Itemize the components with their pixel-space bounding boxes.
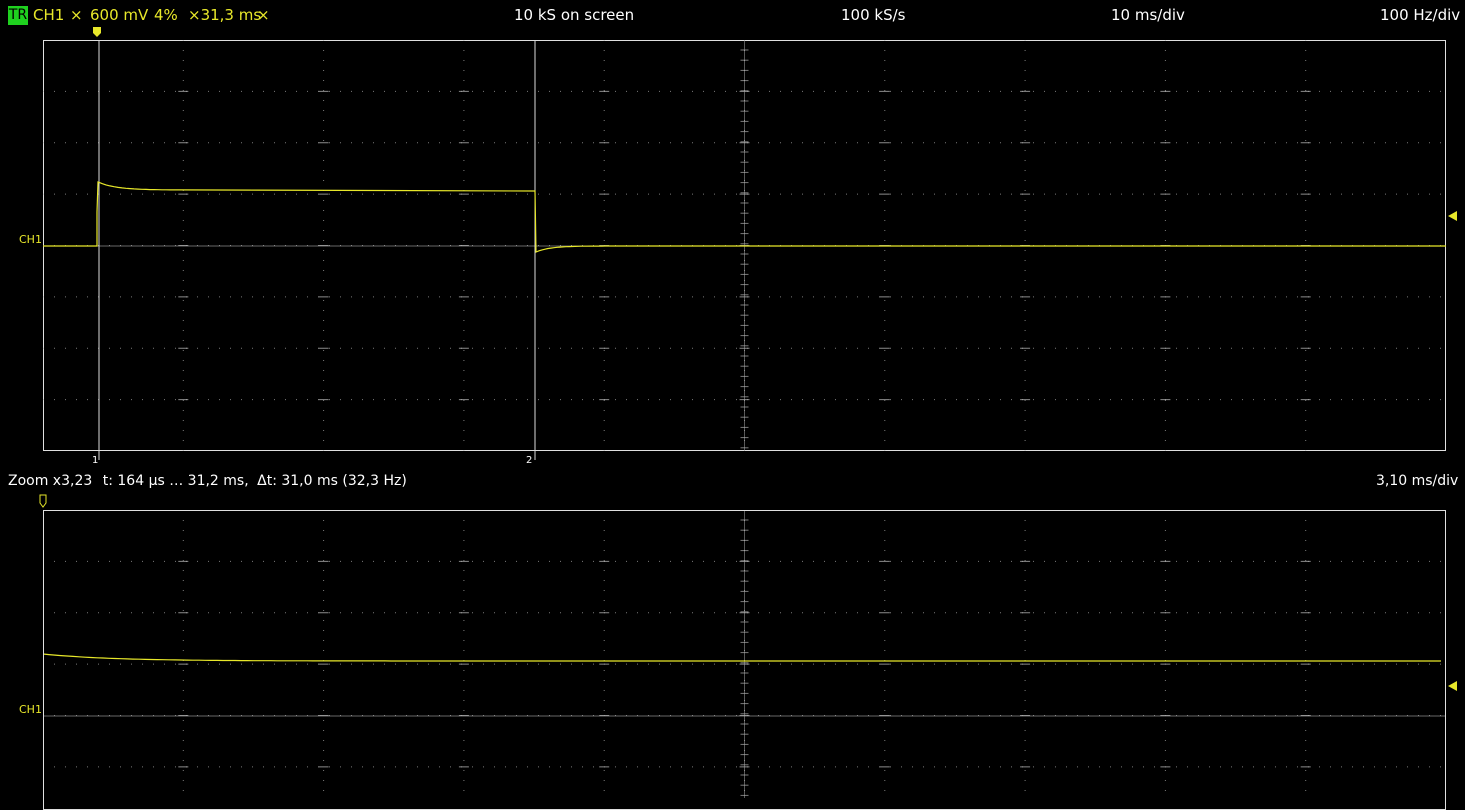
zoom-info: Zoom x3,23 t: 164 µs … 31,2 ms, Δt: 31,0… — [8, 473, 407, 489]
zoom-time-per-div[interactable]: 3,10 ms/div — [1376, 473, 1458, 489]
zoom-ch1-label: CH1 — [19, 703, 42, 716]
main-ch1-label: CH1 — [19, 233, 42, 246]
main-level-marker[interactable] — [1448, 211, 1457, 221]
cursor-2-label: 2 — [526, 455, 533, 466]
cursor-1-label: 1 — [92, 455, 99, 466]
zoom-scope-panel[interactable] — [43, 510, 1446, 810]
trigger-position-marker — [93, 27, 101, 37]
zoom-time-range[interactable]: t: 164 µs … 31,2 ms, — [103, 473, 249, 489]
zoom-level-marker[interactable] — [1448, 681, 1457, 691]
zoom-start-marker — [39, 494, 47, 508]
zoom-factor[interactable]: Zoom x3,23 — [8, 473, 92, 489]
zoom-delta[interactable]: Δt: 31,0 ms (32,3 Hz) — [257, 473, 407, 489]
